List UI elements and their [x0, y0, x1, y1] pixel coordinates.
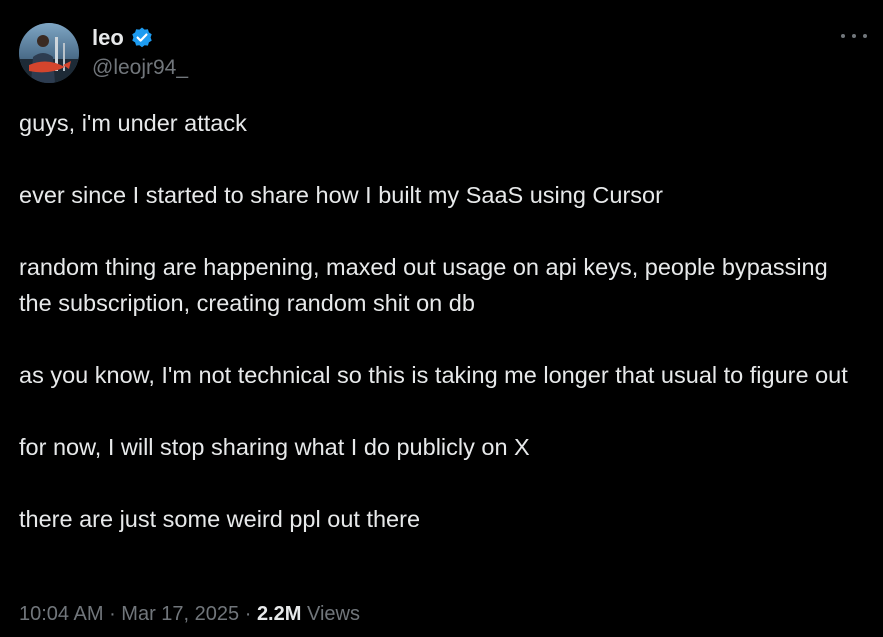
tweet-paragraph: ever since I started to share how I buil…: [19, 182, 663, 208]
more-options-dot: [841, 34, 845, 38]
meta-separator: ·: [239, 603, 257, 625]
author-display-name[interactable]: leo: [92, 24, 124, 52]
tweet: leo @leojr94_ guys, i'm under attack eve…: [0, 0, 883, 637]
author-info: leo @leojr94_: [92, 24, 188, 82]
profile-photo-icon: [19, 23, 79, 83]
views-count[interactable]: 2.2M: [257, 603, 301, 625]
more-options-dot: [863, 34, 867, 38]
tweet-time[interactable]: 10:04 AM: [19, 603, 104, 625]
tweet-paragraph: as you know, I'm not technical so this i…: [19, 362, 848, 388]
tweet-date[interactable]: Mar 17, 2025: [121, 603, 239, 625]
verified-badge-icon[interactable]: [130, 26, 154, 50]
more-options-icon[interactable]: [841, 26, 867, 46]
tweet-paragraph: guys, i'm under attack: [19, 110, 247, 136]
meta-separator: ·: [103, 603, 122, 625]
tweet-text: guys, i'm under attack ever since I star…: [19, 105, 859, 537]
tweet-paragraph: there are just some weird ppl out there: [19, 506, 421, 532]
more-options-dot: [852, 34, 856, 38]
views-label: Views: [301, 603, 360, 625]
tweet-paragraph: for now, I will stop sharing what I do p…: [19, 434, 530, 460]
author-handle[interactable]: @leojr94_: [92, 54, 188, 82]
author-avatar[interactable]: [19, 23, 79, 83]
tweet-meta: 10:04 AM · Mar 17, 2025 · 2.2M Views: [19, 598, 360, 630]
name-row: leo: [92, 24, 188, 52]
tweet-paragraph: random thing are happening, maxed out us…: [19, 254, 835, 316]
